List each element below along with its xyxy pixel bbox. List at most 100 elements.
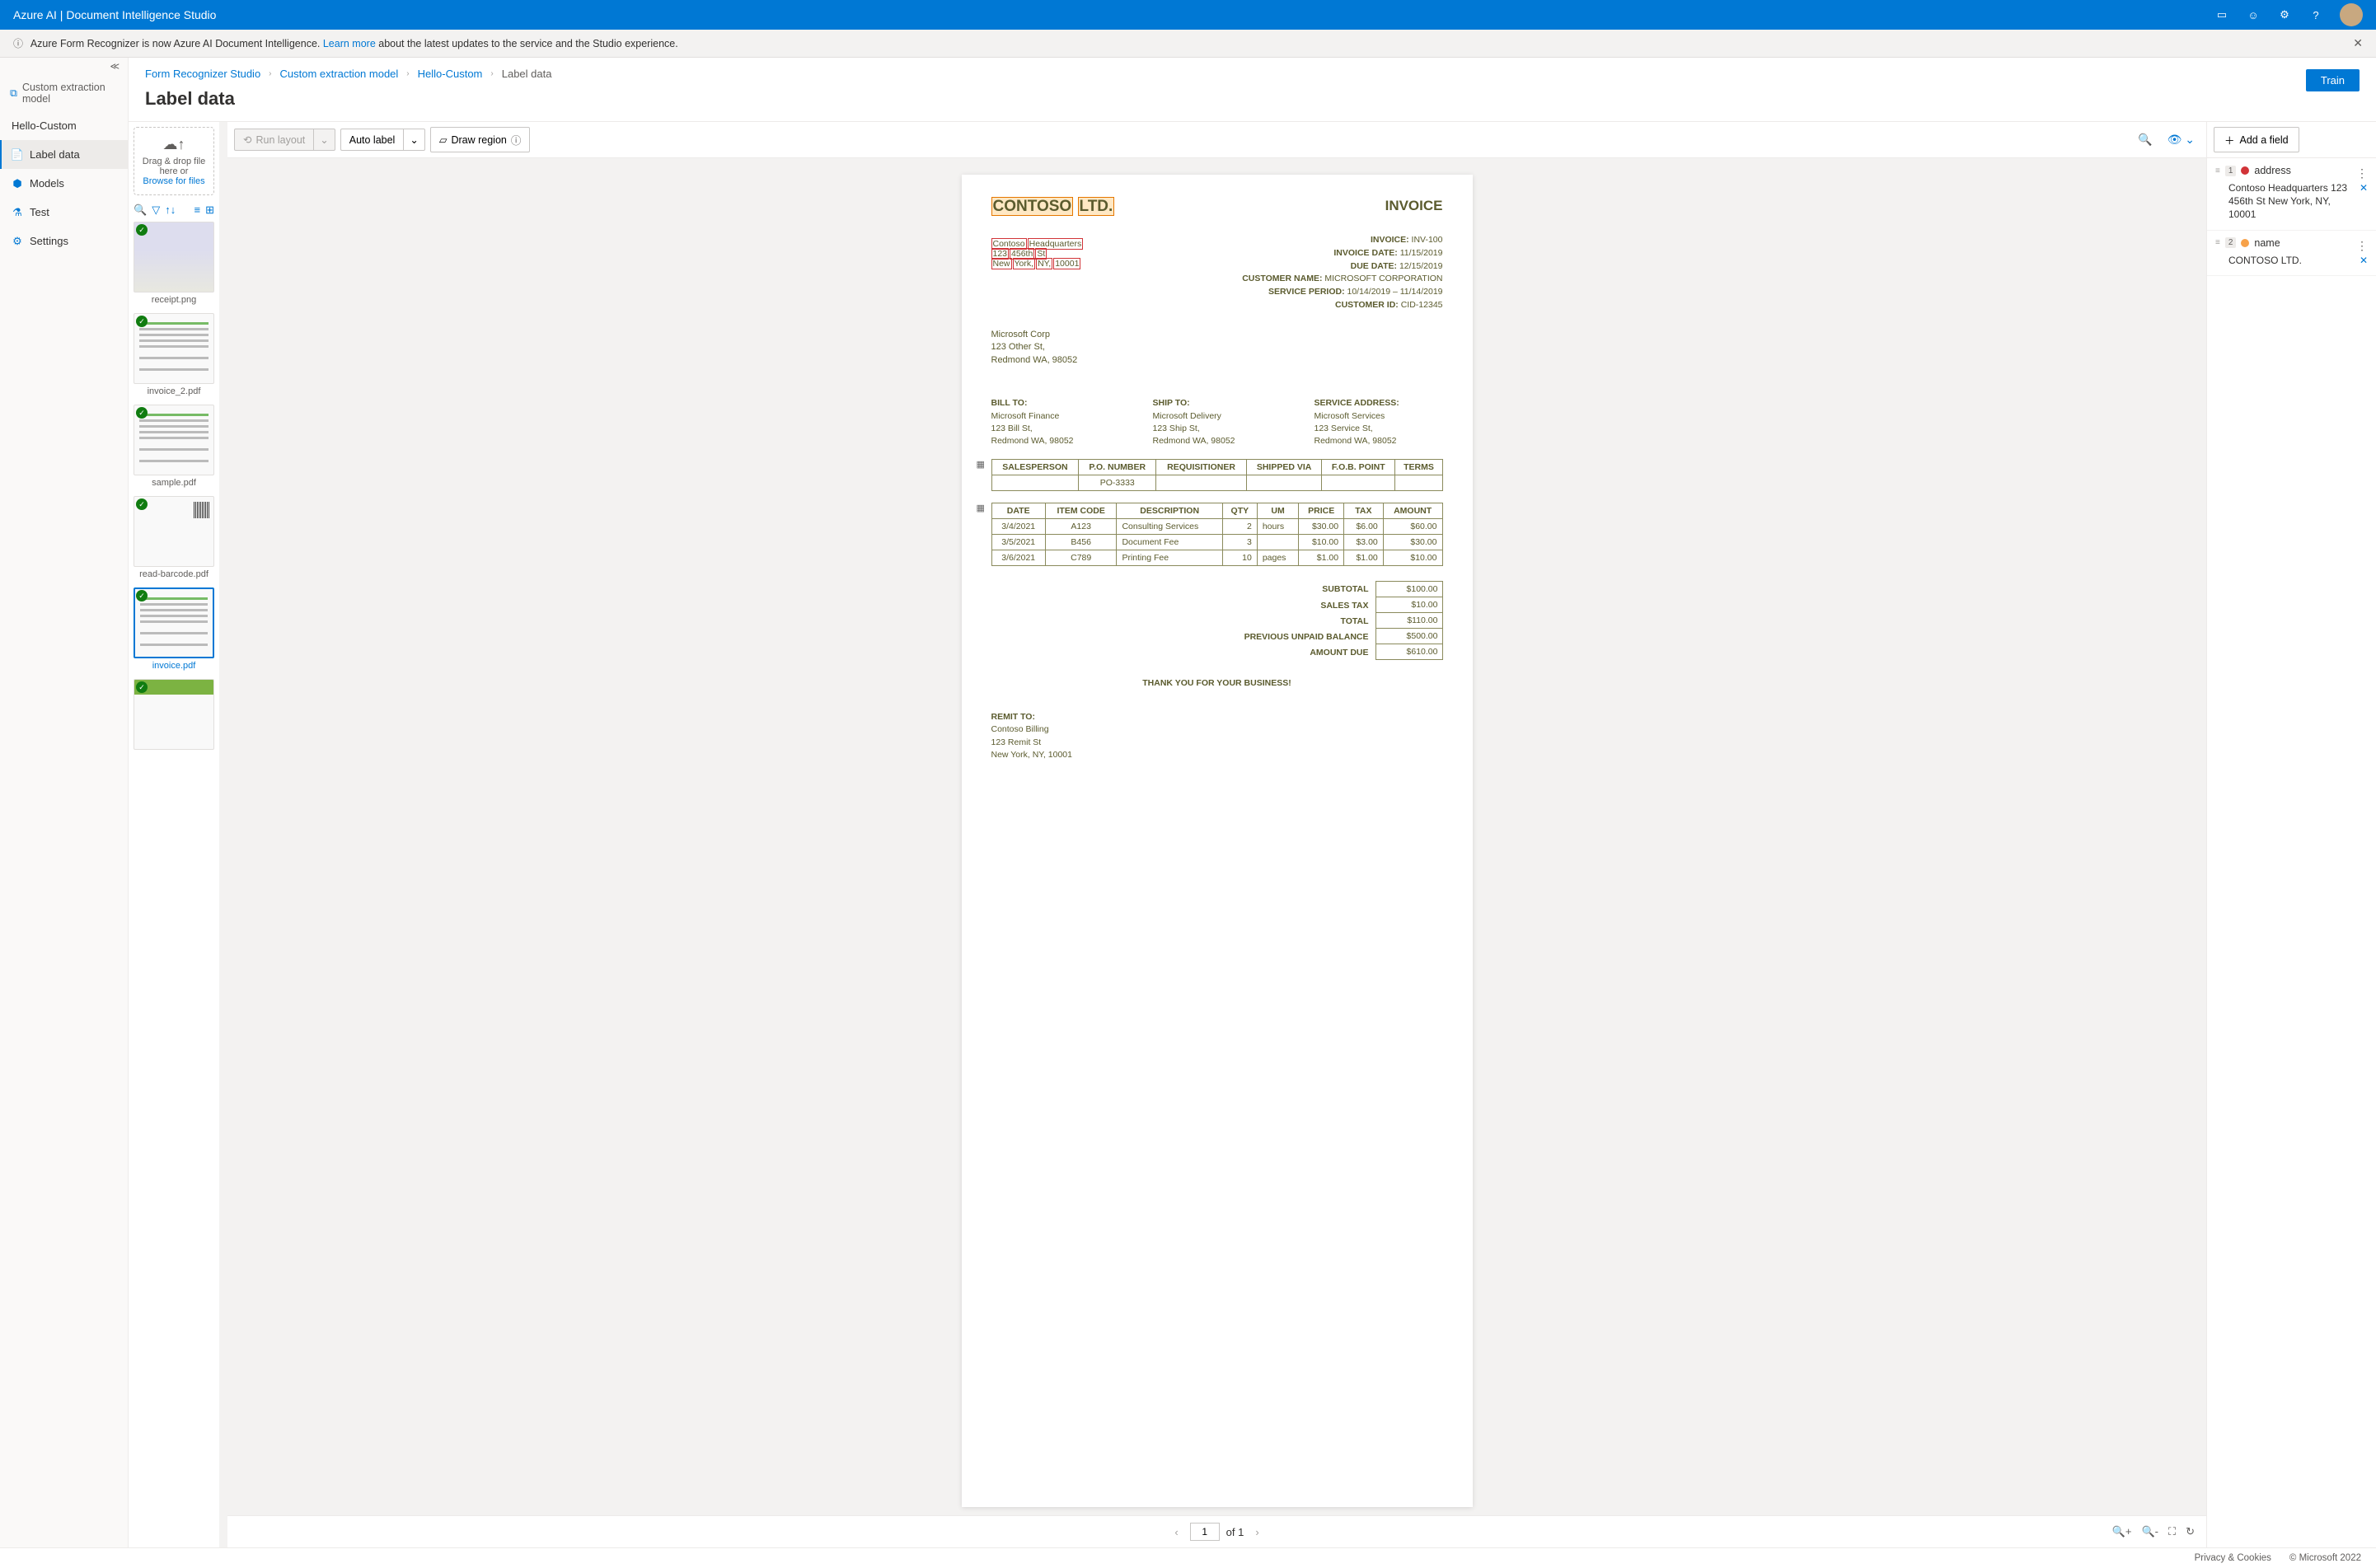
- field-color-dot: [2241, 166, 2249, 175]
- sidebar-item-models[interactable]: ⬢Models: [0, 169, 128, 198]
- highlighted-word[interactable]: CONTOSO: [991, 197, 1074, 216]
- table-cell: 3: [1222, 535, 1257, 550]
- run-layout-button: ⟲Run layout: [234, 129, 314, 151]
- eye-icon[interactable]: 👁 ⌄: [2163, 129, 2200, 150]
- doc-ship-blocks: BILL TO:Microsoft Finance123 Bill St,Red…: [991, 397, 1443, 447]
- highlighted-word[interactable]: NY,: [1036, 258, 1052, 269]
- more-icon[interactable]: ⋮: [2356, 166, 2368, 180]
- auto-label-split: Auto label ⌄: [340, 129, 425, 151]
- sort-icon[interactable]: ↑↓: [165, 204, 176, 217]
- table-icon[interactable]: ▦: [977, 459, 985, 470]
- card-icon[interactable]: ▭: [2214, 7, 2229, 22]
- settings-icon[interactable]: ⚙: [2277, 7, 2292, 22]
- filter-icon[interactable]: ▽: [152, 204, 160, 217]
- table-cell: PO-3333: [1079, 475, 1156, 491]
- sidebar-collapse-button[interactable]: ≪: [0, 58, 128, 75]
- add-field-button[interactable]: ＋Add a field: [2214, 127, 2299, 152]
- draw-region-button[interactable]: ▱Draw region ⓘ: [430, 127, 531, 152]
- sidebar-item-label: Test: [30, 206, 49, 218]
- grid-view-icon[interactable]: ⊞: [205, 204, 214, 217]
- field-item[interactable]: ≡1address⋮Contoso Headquarters 123 456th…: [2207, 158, 2376, 231]
- feedback-icon[interactable]: ☺: [2246, 7, 2261, 22]
- chevron-right-icon: ›: [406, 69, 409, 78]
- sidebar-project-name: Hello-Custom: [0, 111, 128, 140]
- table-cell: Document Fee: [1117, 535, 1222, 550]
- sidebar-item-test[interactable]: ⚗Test: [0, 198, 128, 227]
- remove-field-button[interactable]: ✕: [2360, 181, 2368, 222]
- sidebar-item-settings[interactable]: ⚙Settings: [0, 227, 128, 255]
- text-line: Microsoft Corp: [991, 329, 1443, 342]
- breadcrumb-link[interactable]: Hello-Custom: [418, 68, 483, 80]
- fit-icon[interactable]: ⛶: [2168, 1525, 2176, 1538]
- table-cell: $60.00: [1383, 519, 1442, 535]
- total-value: $100.00: [1375, 581, 1443, 597]
- list-view-icon[interactable]: ≡: [194, 204, 201, 217]
- table-cell: $10.00: [1299, 535, 1344, 550]
- table-cell: $6.00: [1344, 519, 1384, 535]
- thumbnail[interactable]: ✓sample.pdf: [134, 405, 214, 493]
- layout-icon: ⟲: [243, 133, 251, 146]
- zoom-in-icon[interactable]: 🔍+: [2112, 1525, 2132, 1538]
- page-title: Label data: [145, 88, 235, 110]
- browse-files-link[interactable]: Browse for files: [139, 176, 209, 186]
- breadcrumb-link[interactable]: Custom extraction model: [280, 68, 399, 80]
- thumbnail[interactable]: ✓receipt.png: [134, 222, 214, 310]
- remove-field-button[interactable]: ✕: [2360, 254, 2368, 267]
- highlighted-word[interactable]: LTD.: [1078, 197, 1115, 216]
- document-scroll[interactable]: INVOICE CONTOSO LTD. ContosoHeadquarters…: [227, 158, 2206, 1515]
- table-header: REQUISITIONER: [1156, 460, 1247, 475]
- table-cell: [1156, 475, 1247, 491]
- auto-label-chevron[interactable]: ⌄: [404, 129, 424, 151]
- thumbnail-name: read-barcode.pdf: [134, 567, 214, 584]
- thumbnail[interactable]: ✓: [134, 679, 214, 757]
- thumbnail[interactable]: ✓invoice_2.pdf: [134, 313, 214, 401]
- text-line: Redmond WA, 98052: [1315, 435, 1443, 447]
- doc-company-title: CONTOSO LTD.: [991, 198, 1115, 216]
- table-cell: $3.00: [1344, 535, 1384, 550]
- sidebar-item-label-data[interactable]: 📄Label data: [0, 140, 128, 169]
- sidebar-item-label: Label data: [30, 148, 80, 161]
- total-label: SUBTOTAL: [1211, 584, 1375, 594]
- more-icon[interactable]: ⋮: [2356, 239, 2368, 253]
- rotate-icon[interactable]: ↻: [2186, 1525, 2195, 1538]
- thumbnail-name: sample.pdf: [134, 475, 214, 493]
- zoom-out-icon[interactable]: 🔍-: [2141, 1525, 2158, 1538]
- thumbnail[interactable]: ✓invoice.pdf: [134, 587, 214, 676]
- text-line: 123 Ship St,: [1153, 423, 1282, 435]
- text-line: 123 Bill St,: [991, 423, 1120, 435]
- help-icon[interactable]: ?: [2308, 7, 2323, 22]
- highlighted-word[interactable]: 10001: [1053, 258, 1080, 269]
- search-icon[interactable]: 🔍: [134, 204, 147, 217]
- check-icon: ✓: [136, 224, 148, 236]
- meta-label: CUSTOMER ID:: [1335, 300, 1399, 310]
- table-header: ITEM CODE: [1045, 503, 1117, 519]
- table-icon[interactable]: ▦: [977, 503, 985, 513]
- field-item[interactable]: ≡2name⋮CONTOSO LTD.✕: [2207, 231, 2376, 276]
- train-button[interactable]: Train: [2306, 69, 2360, 91]
- meta-value: CID-12345: [1401, 300, 1443, 310]
- table-cell: 3/6/2021: [991, 550, 1045, 566]
- total-value: $500.00: [1375, 629, 1443, 644]
- sidebar-item-label: Models: [30, 177, 64, 190]
- breadcrumb-link[interactable]: Form Recognizer Studio: [145, 68, 260, 80]
- document-toolbar: ⟲Run layout ⌄ Auto label ⌄ ▱Draw region …: [227, 122, 2206, 158]
- auto-label-button[interactable]: Auto label: [340, 129, 405, 151]
- search-doc-icon[interactable]: 🔍: [2133, 129, 2157, 150]
- meta-label: SERVICE PERIOD:: [1268, 287, 1345, 297]
- drag-icon[interactable]: ≡: [2215, 238, 2220, 247]
- field-number: 2: [2225, 237, 2237, 248]
- highlighted-word[interactable]: York,: [1013, 258, 1036, 269]
- thumbnail[interactable]: ✓read-barcode.pdf: [134, 496, 214, 584]
- page-input[interactable]: [1190, 1523, 1220, 1541]
- doc-invoice-heading: INVOICE: [1385, 198, 1443, 214]
- info-close-button[interactable]: ✕: [2353, 36, 2363, 50]
- privacy-link[interactable]: Privacy & Cookies: [2195, 1553, 2271, 1563]
- page-next-button[interactable]: ›: [1250, 1524, 1263, 1541]
- highlighted-word[interactable]: New: [991, 258, 1012, 269]
- info-learn-more-link[interactable]: Learn more: [323, 38, 376, 49]
- dropzone[interactable]: ☁↑ Drag & drop file here or Browse for f…: [134, 127, 214, 195]
- drag-icon[interactable]: ≡: [2215, 166, 2220, 176]
- page-prev-button[interactable]: ‹: [1169, 1524, 1183, 1541]
- avatar[interactable]: [2340, 3, 2363, 26]
- table-cell: [1322, 475, 1395, 491]
